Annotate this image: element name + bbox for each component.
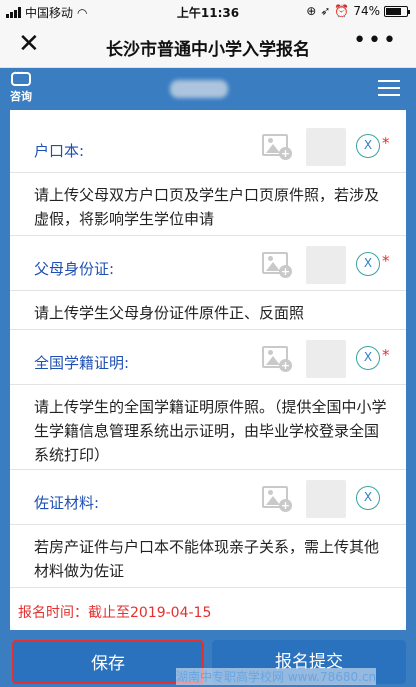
add-image-icon[interactable]: + xyxy=(260,130,292,160)
field-description: 请上传学生的全国学籍证明原件照。（提供全国中小学生学籍信息管理系统出示证明，由毕… xyxy=(10,384,406,470)
close-icon[interactable]: ✕ xyxy=(18,30,40,58)
required-mark: * xyxy=(382,134,390,152)
field-label: 父母身份证: xyxy=(34,260,115,278)
blurred-logo xyxy=(170,80,228,98)
field-row-household-register: 户口本: + X * xyxy=(10,118,406,172)
remove-image-button[interactable]: X xyxy=(356,252,380,276)
image-thumbnail[interactable] xyxy=(306,480,346,518)
alarm-icon: ⏰ xyxy=(334,4,350,18)
add-image-icon[interactable]: + xyxy=(260,342,292,372)
title-bar: ✕ 长沙市普通中小学入学报名 ••• xyxy=(0,22,416,68)
field-description: 请上传父母双方户口页及学生户口页原件照，若涉及虚假，将影响学生学位申请 xyxy=(10,172,406,236)
upload-form: 户口本: + X * 请上传父母双方户口页及学生户口页原件照，若涉及虚假，将影响… xyxy=(10,110,406,630)
required-mark: * xyxy=(382,346,390,364)
field-description: 若房产证件与户口本不能体现亲子关系，需上传其他材料做为佐证 xyxy=(10,524,406,588)
remove-image-button[interactable]: X xyxy=(356,346,380,370)
image-thumbnail[interactable] xyxy=(306,128,346,166)
battery-percent: 74% xyxy=(353,4,380,18)
chat-bubble-icon xyxy=(11,68,31,86)
field-label: 佐证材料: xyxy=(34,494,100,512)
consult-label: 咨询 xyxy=(10,90,32,103)
remove-image-button[interactable]: X xyxy=(356,134,380,158)
location-icon: ➶ xyxy=(320,4,331,18)
field-row-student-registry: 全国学籍证明: + X * xyxy=(10,330,406,384)
status-right: ⊕ ➶ ⏰ 74% xyxy=(306,4,410,18)
remove-image-button[interactable]: X xyxy=(356,486,380,510)
field-row-parent-id: 父母身份证: + X * xyxy=(10,236,406,290)
status-bar: 中国移动 ◠ 上午11:36 ⊕ ➶ ⏰ 74% xyxy=(0,0,416,22)
lock-rotation-icon: ⊕ xyxy=(306,4,317,18)
add-image-icon[interactable]: + xyxy=(260,248,292,278)
more-options-button[interactable]: ••• xyxy=(353,28,398,53)
field-description: 请上传学生父母身份证件原件正、反面照 xyxy=(10,290,406,330)
image-thumbnail[interactable] xyxy=(306,246,346,284)
image-thumbnail[interactable] xyxy=(306,340,346,378)
app-header: 咨询 xyxy=(0,68,416,110)
hamburger-menu-icon[interactable] xyxy=(378,80,400,101)
field-row-supporting-docs: 佐证材料: + X xyxy=(10,470,406,524)
add-image-icon[interactable]: + xyxy=(260,482,292,512)
required-mark: * xyxy=(382,252,390,270)
deadline-text: 报名时间：截止至2019-04-15 xyxy=(18,605,212,621)
battery-icon xyxy=(384,5,410,17)
watermark-text: 湖南中专职高学校网 www.78680.cn xyxy=(176,668,377,685)
field-label: 全国学籍证明: xyxy=(34,354,130,372)
page-title: 长沙市普通中小学入学报名 xyxy=(106,40,310,60)
field-label: 户口本: xyxy=(34,142,85,160)
consult-button[interactable]: 咨询 xyxy=(6,68,36,104)
